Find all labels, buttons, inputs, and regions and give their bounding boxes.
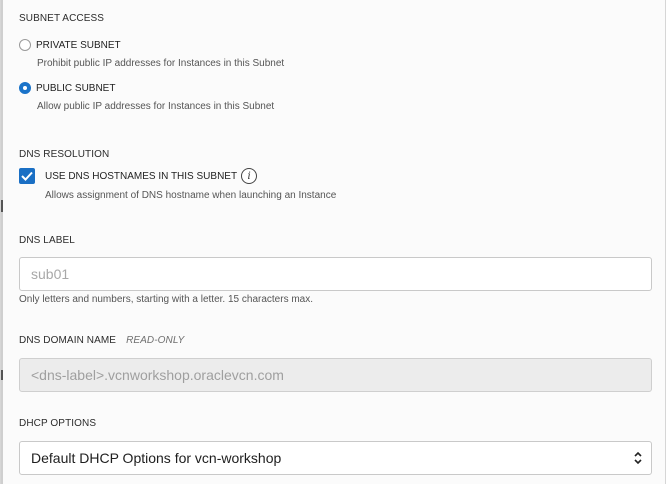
private-subnet-radio[interactable]: [19, 39, 31, 51]
dns-hostnames-option[interactable]: USE DNS HOSTNAMES IN THIS SUBNET i: [19, 168, 258, 184]
dhcp-options-select[interactable]: Default DHCP Options for vcn-workshop: [19, 441, 652, 475]
public-subnet-help: Allow public IP addresses for Instances …: [37, 101, 275, 112]
dns-domain-name-title: DNS DOMAIN NAME READ-ONLY: [19, 335, 184, 346]
private-subnet-option[interactable]: PRIVATE SUBNET: [19, 39, 121, 51]
dns-label-help: Only letters and numbers, starting with …: [19, 294, 314, 305]
public-subnet-label[interactable]: PUBLIC SUBNET: [36, 83, 115, 94]
subnet-access-title: SUBNET ACCESS: [19, 13, 105, 24]
private-subnet-help: Prohibit public IP addresses for Instanc…: [37, 58, 285, 69]
dns-hostnames-label[interactable]: USE DNS HOSTNAMES IN THIS SUBNET: [45, 171, 237, 182]
dns-label-input[interactable]: sub01: [19, 257, 652, 291]
dhcp-options-value: Default DHCP Options for vcn-workshop: [31, 450, 282, 466]
dns-domain-name-label: DNS DOMAIN NAME: [19, 335, 117, 346]
info-icon[interactable]: i: [241, 168, 258, 184]
subnet-form-panel: SUBNET ACCESS PRIVATE SUBNET Prohibit pu…: [0, 0, 666, 484]
read-only-tag: READ-ONLY: [126, 335, 185, 346]
public-subnet-option[interactable]: PUBLIC SUBNET: [19, 82, 115, 94]
public-subnet-radio[interactable]: [19, 82, 31, 94]
panel-edge-mark: [1, 200, 3, 212]
dns-domain-name-field: <dns-label>.vcnworkshop.oraclevcn.com: [19, 358, 652, 392]
private-subnet-label[interactable]: PRIVATE SUBNET: [36, 40, 121, 51]
dhcp-options-title: DHCP OPTIONS: [19, 418, 97, 429]
panel-edge-mark: [1, 370, 3, 380]
dns-label-title: DNS LABEL: [19, 235, 75, 246]
checkmark-icon: [21, 171, 33, 181]
dns-resolution-title: DNS RESOLUTION: [19, 149, 110, 160]
dns-hostnames-help: Allows assignment of DNS hostname when l…: [45, 190, 337, 201]
chevron-up-down-icon: [633, 450, 643, 466]
panel-left-edge: [1, 0, 3, 484]
dns-hostnames-checkbox[interactable]: [19, 168, 35, 184]
